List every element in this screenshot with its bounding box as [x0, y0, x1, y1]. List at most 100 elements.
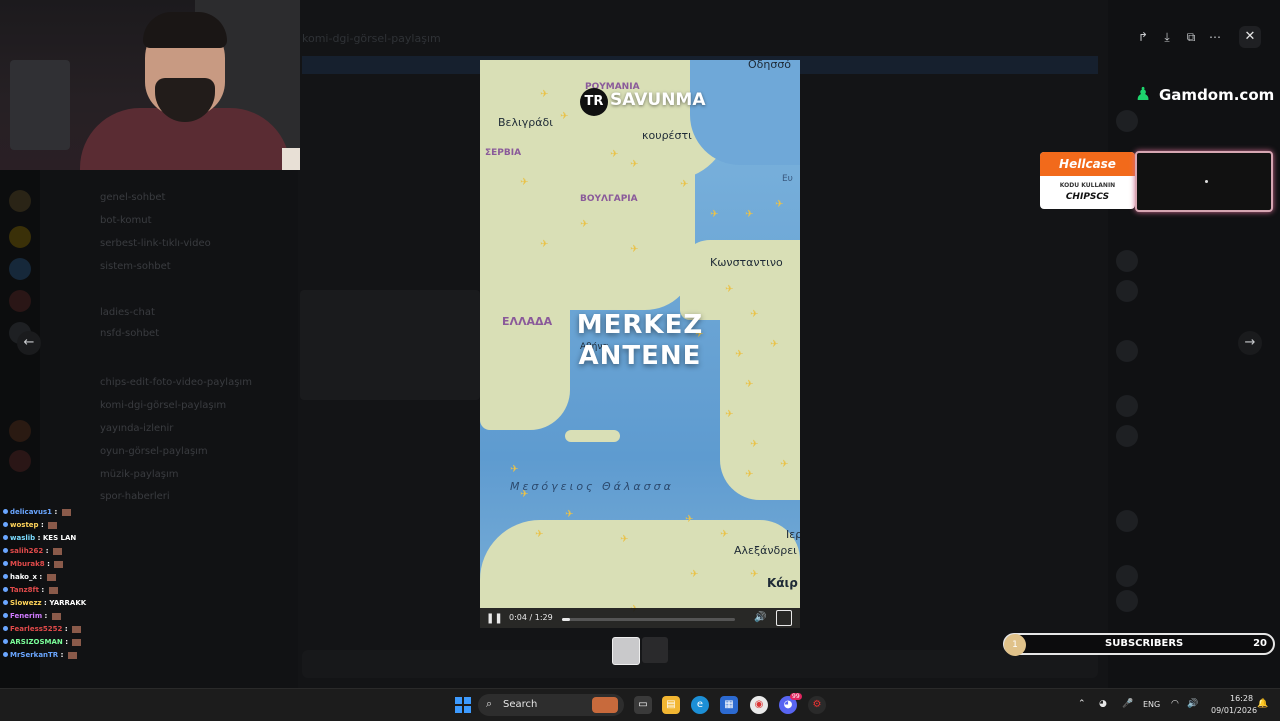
plane-icon: ✈ — [535, 529, 544, 540]
chat-line: Tanz8ft : — [3, 586, 58, 594]
channel-item[interactable]: chips-edit-foto-video-paylaşım — [100, 377, 252, 388]
share-icon[interactable]: ↱ — [1132, 26, 1154, 48]
channel-item[interactable]: spor-haberleri — [100, 491, 170, 502]
map-label: Οδησσό — [748, 60, 792, 71]
plane-icon: ✈ — [775, 199, 784, 210]
chat-line: salih262 : — [3, 547, 62, 555]
plane-icon: ✈ — [520, 489, 529, 500]
brand-name: SAVUNMA — [610, 90, 706, 110]
pause-icon[interactable]: ❚❚ — [486, 612, 503, 626]
headline-line: MERKEZ — [576, 310, 704, 340]
taskbar: ⌕ Search ▭ ▤ e ▦ ◉ ◕ 99 ⚙ ⌃ ◕ 🎤 ENG ◠ 🔊 … — [0, 688, 1280, 721]
attachment-thumbnail[interactable] — [642, 637, 668, 663]
discord-badge: 99 — [790, 693, 802, 700]
webcam-shelf — [10, 60, 70, 150]
channel-item[interactable]: yayında-izlenir — [100, 423, 173, 434]
subscribers-rank: 1 — [1004, 634, 1026, 656]
message-input[interactable] — [302, 650, 1098, 678]
taskbar-date[interactable]: 09/01/2026 — [1211, 706, 1257, 715]
brand-logo: TR — [580, 88, 608, 116]
channel-item[interactable]: sistem-sohbet — [100, 261, 171, 272]
task-view-icon[interactable]: ▭ — [634, 696, 652, 714]
plane-icon: ✈ — [540, 89, 549, 100]
tray-mic-icon[interactable]: 🎤 — [1122, 699, 1133, 709]
channel-item[interactable]: ladies-chat — [100, 307, 155, 318]
chat-username: delicavus1 — [10, 508, 53, 516]
windows-start-icon[interactable] — [455, 697, 471, 713]
channel-item[interactable]: oyun-görsel-paylaşım — [100, 446, 208, 457]
edge-icon[interactable]: e — [691, 696, 709, 714]
plane-icon: ✈ — [565, 509, 574, 520]
chat-separator: : — [62, 638, 71, 646]
chat-username: hako_x — [10, 573, 37, 581]
open-external-icon[interactable]: ⧉ — [1180, 26, 1202, 48]
promo-dot — [1205, 180, 1208, 183]
chat-badge-icon — [3, 548, 8, 553]
tray-chevron-icon[interactable]: ⌃ — [1078, 699, 1086, 709]
prev-arrow-icon[interactable]: ← — [17, 331, 41, 355]
plane-icon: ✈ — [745, 469, 754, 480]
subscribers-count: 20 — [1253, 638, 1267, 649]
volume-icon[interactable]: 🔊 — [754, 612, 766, 623]
promo-frame — [1135, 151, 1273, 212]
channel-item[interactable]: komi-dgi-görsel-paylaşım — [100, 400, 226, 411]
video-progress-bar[interactable] — [562, 618, 735, 621]
more-icon[interactable]: ⋯ — [1204, 26, 1226, 48]
chat-separator: : — [35, 534, 43, 542]
app-icon[interactable]: ⚙ — [808, 696, 826, 714]
plane-icon: ✈ — [680, 179, 689, 190]
chrome-icon[interactable]: ◉ — [750, 696, 768, 714]
chat-badge-icon — [3, 613, 8, 618]
map-label: ΣΕΡΒΙΑ — [485, 148, 522, 158]
tray-language[interactable]: ENG — [1143, 700, 1160, 709]
chat-emote-icon — [52, 547, 62, 555]
tray-discord-icon[interactable]: ◕ — [1099, 699, 1107, 709]
chat-badge-icon — [3, 574, 8, 579]
taskbar-time[interactable]: 16:28 — [1230, 694, 1253, 703]
chat-badge-icon — [3, 561, 8, 566]
chat-username: Mburak8 — [10, 560, 45, 568]
video-player[interactable]: Οδησσό ΡΟΥΜΑΝΙΑ Βελιγράδι κουρέστι ΣΕΡΒΙ… — [480, 60, 800, 628]
search-highlight-icon — [592, 697, 618, 713]
webcam-person-hair — [143, 12, 227, 48]
store-icon[interactable]: ▦ — [720, 696, 738, 714]
file-explorer-icon[interactable]: ▤ — [662, 696, 680, 714]
embed-preview — [300, 290, 480, 400]
chat-separator: : — [52, 508, 60, 516]
chat-separator: : — [62, 625, 71, 633]
map-label: Βελιγράδι — [498, 116, 553, 129]
plane-icon: ✈ — [745, 379, 754, 390]
chat-username: wostep — [10, 521, 39, 529]
plane-icon: ✈ — [630, 159, 639, 170]
chat-line: Slowezz : YARRAKK — [3, 599, 86, 607]
next-arrow-icon[interactable]: → — [1238, 331, 1262, 355]
channel-header: komi-dgi-görsel-paylaşım — [302, 32, 441, 45]
tray-volume-icon[interactable]: 🔊 — [1187, 699, 1198, 709]
chat-line: Fearless5252 : — [3, 625, 82, 633]
fullscreen-icon[interactable] — [776, 610, 792, 626]
chat-emote-icon — [54, 560, 64, 568]
chat-badge-icon — [3, 600, 8, 605]
plane-icon: ✈ — [710, 209, 719, 220]
plane-icon: ✈ — [750, 569, 759, 580]
download-icon[interactable]: ⤓ — [1156, 26, 1178, 48]
chat-username: salih262 — [10, 547, 44, 555]
map-label: Αλεξάνδρει — [734, 544, 797, 557]
search-label: Search — [503, 699, 538, 710]
plane-icon: ✈ — [780, 459, 789, 470]
channel-item[interactable]: müzik-paylaşım — [100, 469, 179, 480]
attachment-thumbnail[interactable] — [612, 637, 640, 665]
channel-item[interactable]: genel-sohbet — [100, 192, 165, 203]
chat-message: KES LAN — [42, 534, 77, 542]
chat-separator: : — [58, 651, 66, 659]
channel-item[interactable]: serbest-link-tıklı-video — [100, 238, 211, 249]
plane-icon: ✈ — [510, 464, 519, 475]
channel-item[interactable]: nsfd-sohbet — [100, 328, 159, 339]
map-label: Κάιρ — [767, 576, 798, 590]
close-button[interactable]: ✕ — [1239, 26, 1261, 48]
chat-separator: : — [44, 560, 53, 568]
notification-icon[interactable]: 🔔 — [1257, 699, 1268, 709]
taskbar-search[interactable]: ⌕ Search — [478, 694, 624, 716]
tray-wifi-icon[interactable]: ◠ — [1171, 699, 1179, 709]
channel-item[interactable]: bot-komut — [100, 215, 152, 226]
